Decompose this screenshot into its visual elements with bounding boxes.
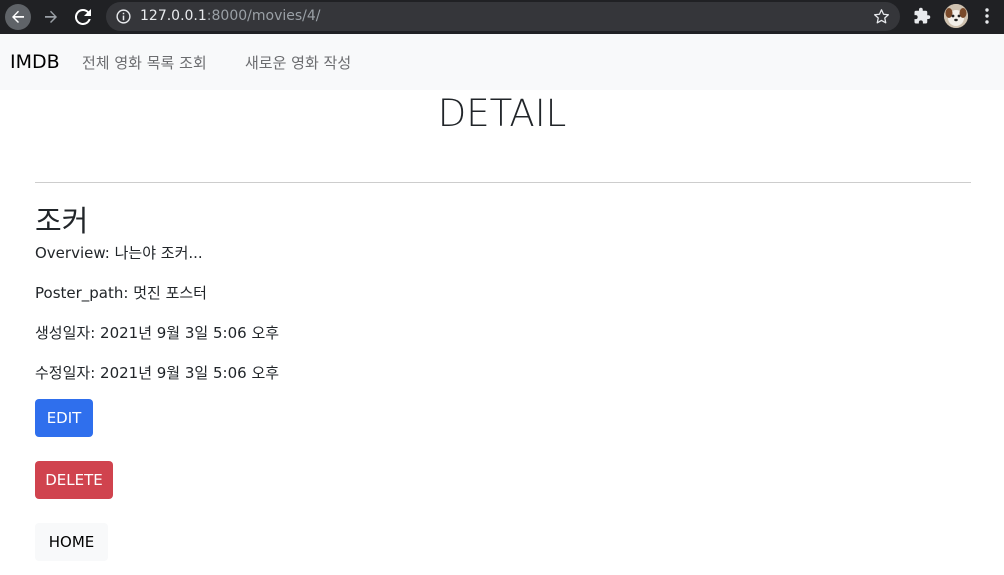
reload-icon [75,9,91,25]
movie-title: 조커 [35,204,89,238]
movie-poster-path: Poster_path: 멋진 포스터 [35,284,207,302]
url-host: 127.0.0.1 [140,8,207,24]
url-path: :8000/movies/4/ [206,8,321,24]
movie-updated-at: 수정일자: 2021년 9월 3일 5:06 오후 [35,364,280,382]
forward-button[interactable] [38,4,64,30]
forward-arrow-icon [45,10,57,23]
extensions-puzzle-icon[interactable] [913,7,931,25]
browser-toolbar: 127.0.0.1:8000/movies/4/ [0,0,1004,34]
home-button[interactable]: HOME [35,523,108,561]
back-button[interactable] [5,4,31,30]
divider [35,182,971,183]
edit-button[interactable]: EDIT [35,399,93,437]
info-icon[interactable] [116,9,131,24]
nav-link-new-movie[interactable]: 새로운 영화 작성 [245,52,351,73]
bookmark-star-icon[interactable] [873,8,890,25]
delete-button[interactable]: DELETE [35,461,113,499]
more-menu-icon[interactable] [978,7,996,25]
reload-button[interactable] [70,4,96,30]
nav-link-movie-list[interactable]: 전체 영화 목록 조회 [82,52,207,73]
navbar-brand[interactable]: IMDB [10,51,60,73]
url-text[interactable]: 127.0.0.1:8000/movies/4/ [140,8,321,24]
back-arrow-icon [12,10,24,23]
site-navbar: IMDB 전체 영화 목록 조회 새로운 영화 작성 [0,34,1004,90]
movie-overview: Overview: 나는야 조커... [35,244,203,262]
movie-created-at: 생성일자: 2021년 9월 3일 5:06 오후 [35,324,280,342]
profile-avatar[interactable] [944,4,968,28]
address-bar[interactable]: 127.0.0.1:8000/movies/4/ [106,2,900,31]
profile-dog-icon [944,4,968,28]
page-title: DETAIL [437,92,567,135]
